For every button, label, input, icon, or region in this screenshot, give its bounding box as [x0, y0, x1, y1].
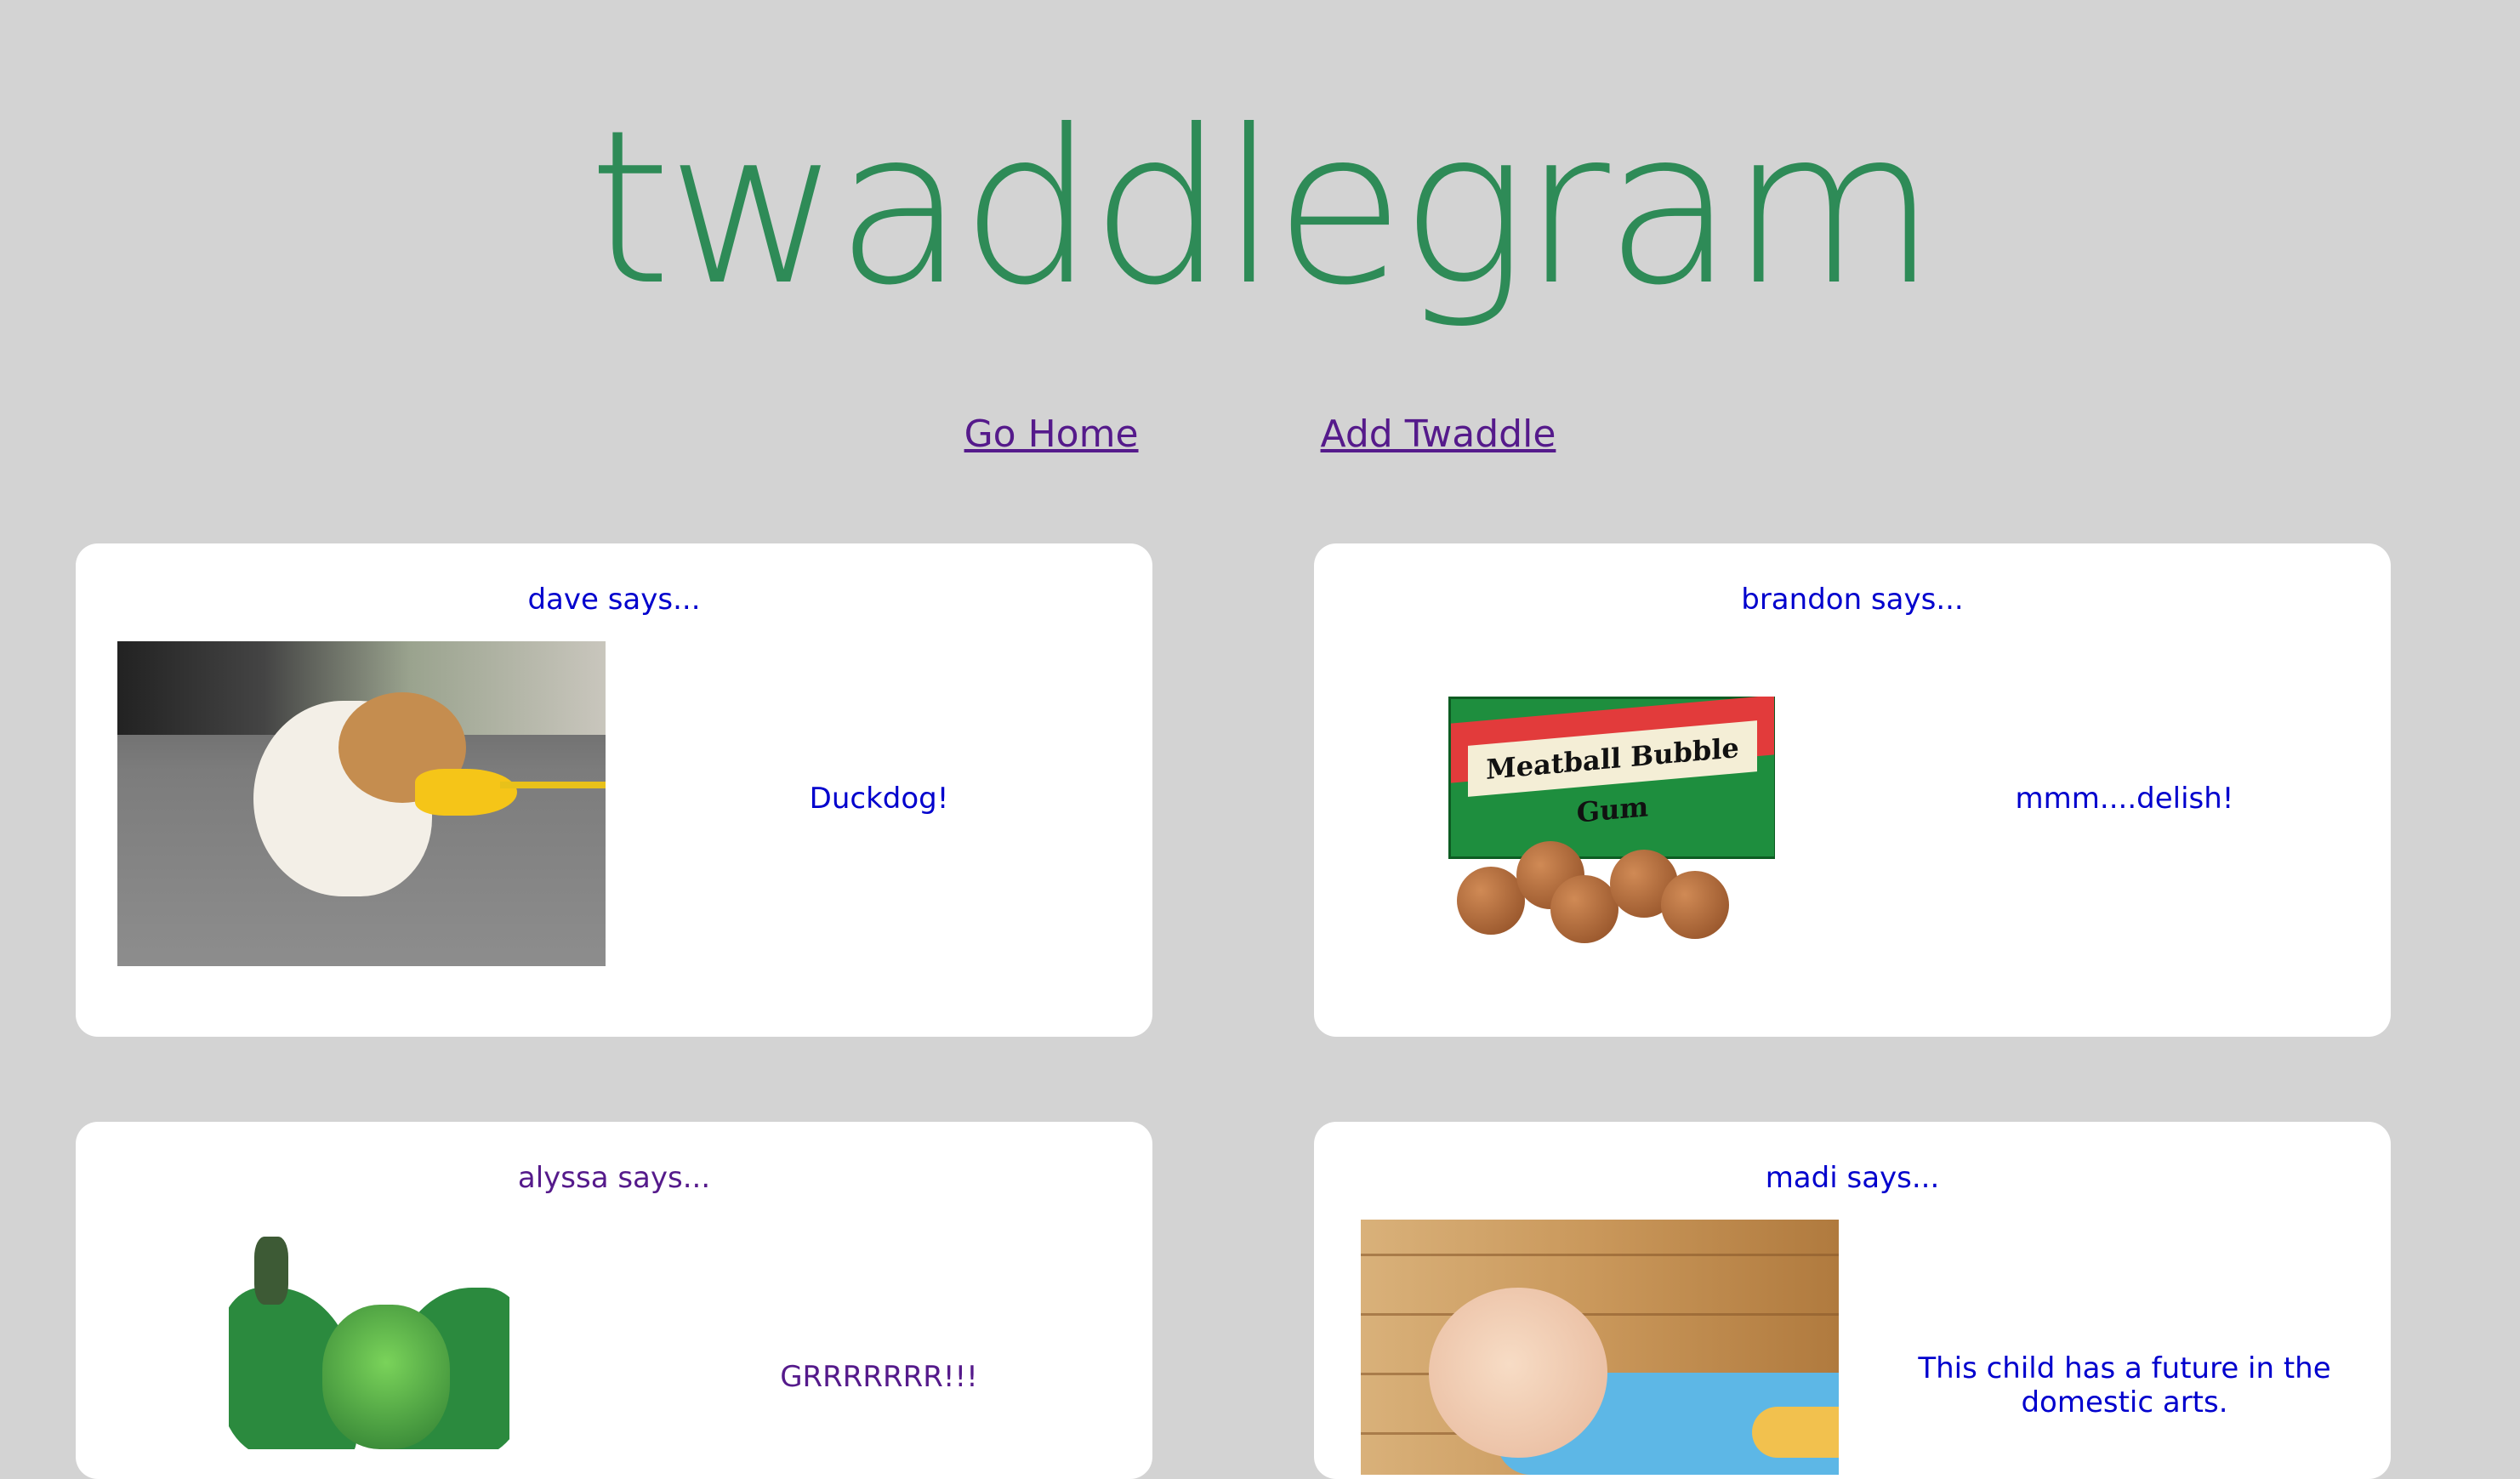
post-author: madi says...: [1765, 1161, 1940, 1195]
main-nav: Go Home Add Twaddle: [0, 412, 2520, 456]
post-card: madi says... This child has a future in …: [1314, 1122, 2391, 1479]
go-home-link[interactable]: Go Home: [964, 412, 1139, 456]
add-twaddle-link[interactable]: Add Twaddle: [1321, 412, 1556, 456]
bubble-gum-image: Meatball Bubble Gum: [1448, 697, 1775, 960]
post-caption: GRRRRRRR!!!: [780, 1360, 978, 1394]
post-caption: This child has a future in the domestic …: [1918, 1351, 2331, 1419]
baby-image: [1361, 1220, 1839, 1475]
post-author: alyssa says...: [517, 1161, 711, 1195]
post-author: dave says...: [527, 583, 701, 617]
post-card: dave says... Duckdog!: [76, 543, 1152, 1037]
post-card: alyssa says... GRRRRRRR!!!: [76, 1122, 1152, 1479]
post-caption: mmm....delish!: [2015, 782, 2234, 816]
post-caption: Duckdog!: [809, 782, 949, 816]
cthulhu-image: [229, 1237, 509, 1449]
dog-image: [117, 641, 606, 966]
post-card: brandon says... Meatball Bubble Gum mmm.…: [1314, 543, 2391, 1037]
post-author: brandon says...: [1741, 583, 1964, 617]
site-title: twaddlegram: [588, 84, 1937, 332]
